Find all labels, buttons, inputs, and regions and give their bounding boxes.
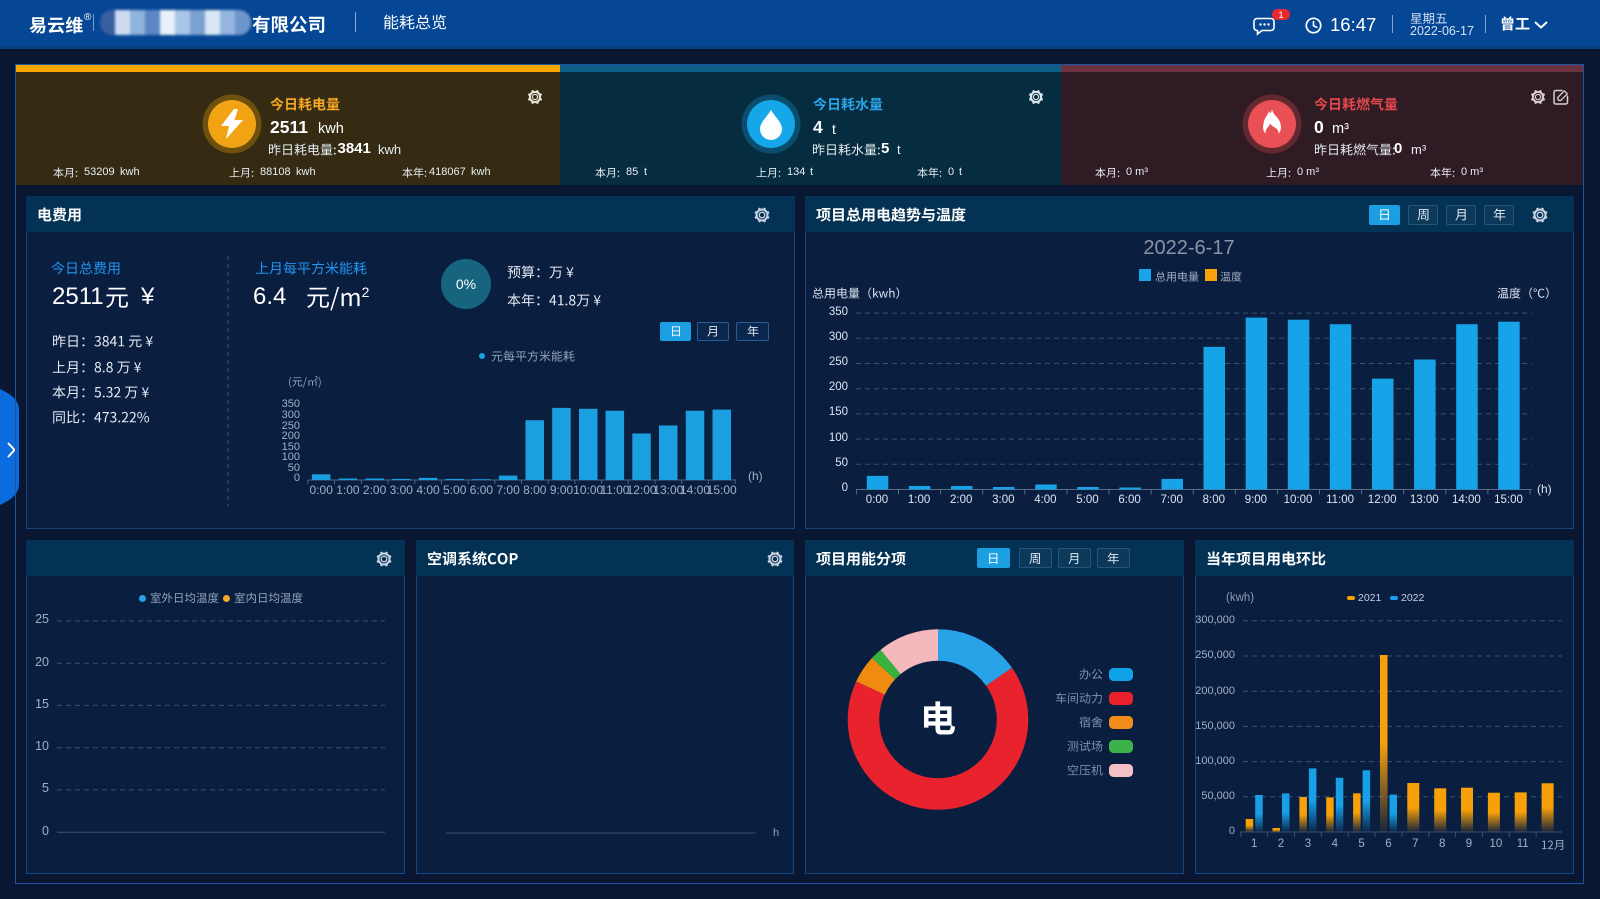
svg-text:1: 1 (1278, 10, 1283, 21)
